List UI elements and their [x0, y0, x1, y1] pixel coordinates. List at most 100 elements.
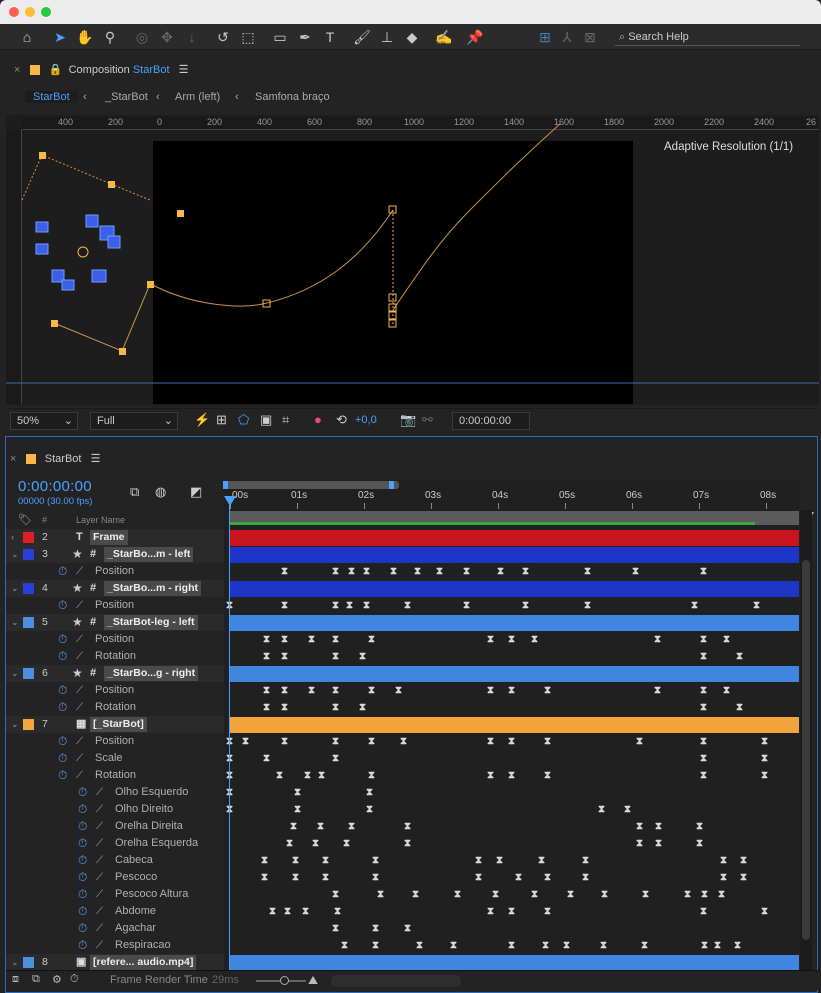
graph-icon[interactable]: ⟋ [76, 648, 83, 665]
layer-duration-bar[interactable] [230, 615, 799, 631]
keyframe-marker[interactable]: ⧗ [714, 937, 721, 954]
keyframe-marker[interactable]: ⧗ [700, 699, 707, 716]
keyframe-marker[interactable]: ⧗ [655, 835, 662, 852]
keyframe-marker[interactable]: ⧗ [400, 733, 407, 750]
navigator-end-handle[interactable] [389, 481, 394, 489]
snapshot-icon[interactable]: 📷 [400, 412, 416, 428]
keyframe-marker[interactable]: ⧗ [691, 597, 698, 614]
keyframe-marker[interactable]: ⧗ [404, 818, 411, 835]
keyframe-marker[interactable]: ⧗ [463, 597, 470, 614]
keyframe-marker[interactable]: ⧗ [332, 563, 339, 580]
keyframe-marker[interactable]: ⧗ [366, 784, 373, 801]
timeline-scrollbar[interactable] [800, 510, 812, 970]
layer-row[interactable]: ⌄ 5 ★ # _StarBot-leg - left [6, 614, 224, 631]
viewer-time-field[interactable]: 0:00:00:00 [452, 412, 530, 430]
label-color-chip[interactable] [23, 719, 34, 730]
zoom-in-mountains-icon[interactable]: ⛰ [308, 973, 318, 988]
mask-visibility-icon[interactable]: ⬠ [238, 412, 249, 428]
keyframe-marker[interactable]: ⧗ [684, 886, 691, 903]
keyframe-marker[interactable]: ⧗ [363, 563, 370, 580]
keyframe-marker[interactable]: ⧗ [700, 682, 707, 699]
horizontal-scrollbar[interactable] [331, 975, 461, 987]
keyframe-marker[interactable]: ⧗ [372, 869, 379, 886]
star-icon[interactable]: ★ [72, 614, 83, 631]
keyframe-marker[interactable]: ⧗ [654, 682, 661, 699]
draft-3d-icon[interactable]: ◍ [155, 484, 166, 500]
stopwatch-icon[interactable]: ⏱ [58, 597, 67, 614]
layer-name-header[interactable]: Layer Name [76, 512, 125, 528]
navigator-start-handle[interactable] [223, 481, 228, 489]
label-color-chip[interactable] [23, 668, 34, 679]
keyframe-marker[interactable]: ⧗ [508, 733, 515, 750]
keyframe-marker[interactable]: ⧗ [368, 631, 375, 648]
label-color-chip[interactable] [23, 957, 34, 968]
keyframe-marker[interactable]: ⧗ [761, 767, 768, 784]
layer-switches-icon[interactable]: ⧈ [12, 973, 19, 986]
keyframe-marker[interactable]: ⧗ [346, 597, 353, 614]
property-row[interactable]: ⏱ ⟋ Respiracao [6, 937, 224, 954]
keyframe-marker[interactable]: ⧗ [416, 937, 423, 954]
keyframe-marker[interactable]: ⧗ [600, 937, 607, 954]
layer-name[interactable]: _StarBo...m - left [104, 547, 194, 562]
keyframe-marker[interactable]: ⧗ [723, 682, 730, 699]
keyframe-marker[interactable]: ⧗ [242, 733, 249, 750]
keyframe-marker[interactable]: ⧗ [636, 835, 643, 852]
layer-row[interactable]: ⌄ 3 ★ # _StarBo...m - left [6, 546, 224, 563]
exposure-reset-icon[interactable]: ⟲ [336, 412, 347, 428]
layer-duration-bar[interactable] [230, 581, 799, 597]
stopwatch-icon[interactable]: ⏱ [78, 903, 87, 920]
keyframe-marker[interactable]: ⧗ [582, 852, 589, 869]
keyframe-marker[interactable]: ⧗ [368, 767, 375, 784]
keyframe-marker[interactable]: ⧗ [522, 597, 529, 614]
keyframe-marker[interactable]: ⧗ [343, 835, 350, 852]
stopwatch-icon[interactable]: ⏱ [78, 818, 87, 835]
property-row[interactable]: ⏱ ⟋ Pescoco Altura [6, 886, 224, 903]
keyframe-marker[interactable]: ⧗ [720, 869, 727, 886]
keyframe-marker[interactable]: ⧗ [263, 699, 270, 716]
property-row[interactable]: ⏱ ⟋ Position [6, 631, 224, 648]
keyframe-marker[interactable]: ⧗ [390, 563, 397, 580]
graph-icon[interactable]: ⟋ [76, 750, 83, 767]
keyframe-marker[interactable]: ⧗ [567, 886, 574, 903]
layer-duration-bar[interactable] [230, 530, 799, 546]
graph-icon[interactable]: ⟋ [96, 920, 103, 937]
layer-duration-bar[interactable] [230, 547, 799, 563]
keyframe-marker[interactable]: ⧗ [601, 886, 608, 903]
label-color-chip[interactable] [23, 617, 34, 628]
keyframe-marker[interactable]: ⧗ [261, 869, 268, 886]
graph-icon[interactable]: ⟋ [96, 903, 103, 920]
layer-duration-bar[interactable] [230, 666, 799, 682]
keyframe-marker[interactable]: ⧗ [696, 818, 703, 835]
keyframe-marker[interactable]: ⧗ [263, 631, 270, 648]
keyframe-marker[interactable]: ⧗ [736, 699, 743, 716]
keyframe-marker[interactable]: ⧗ [700, 631, 707, 648]
stopwatch-icon[interactable]: ⏱ [78, 784, 87, 801]
keyframe-marker[interactable]: ⧗ [292, 869, 299, 886]
property-row[interactable]: ⏱ ⟋ Cabeca [6, 852, 224, 869]
keyframe-marker[interactable]: ⧗ [632, 563, 639, 580]
keyframe-marker[interactable]: ⧗ [761, 733, 768, 750]
resolution-dropdown[interactable]: Full ⌄ [90, 412, 178, 430]
graph-icon[interactable]: ⟋ [96, 869, 103, 886]
keyframe-marker[interactable]: ⧗ [701, 937, 708, 954]
label-color-chip[interactable] [23, 549, 34, 560]
region-of-interest-icon[interactable]: ▣ [260, 412, 272, 428]
layer-name[interactable]: Frame [90, 530, 128, 545]
keyframe-marker[interactable]: ⧗ [377, 886, 384, 903]
keyframe-marker[interactable]: ⧗ [508, 903, 515, 920]
keyframe-marker[interactable]: ⧗ [302, 903, 309, 920]
panel-menu-icon[interactable]: ☰ [91, 453, 101, 465]
layer-duration-bar[interactable] [230, 717, 799, 733]
playhead-handle-icon[interactable] [224, 496, 236, 506]
star-icon[interactable]: ★ [72, 580, 83, 597]
stopwatch-icon[interactable]: ⏱ [78, 835, 87, 852]
keyframe-marker[interactable]: ⧗ [290, 818, 297, 835]
keyframe-marker[interactable]: ⧗ [294, 784, 301, 801]
keyframe-marker[interactable]: ⧗ [531, 631, 538, 648]
keyframe-marker[interactable]: ⧗ [281, 597, 288, 614]
keyframe-marker[interactable]: ⧗ [284, 903, 291, 920]
composition-mini-flowchart-icon[interactable]: ⧉ [130, 484, 139, 500]
keyframe-marker[interactable]: ⧗ [276, 767, 283, 784]
keyframe-marker[interactable]: ⧗ [497, 563, 504, 580]
keyframe-marker[interactable]: ⧗ [723, 631, 730, 648]
